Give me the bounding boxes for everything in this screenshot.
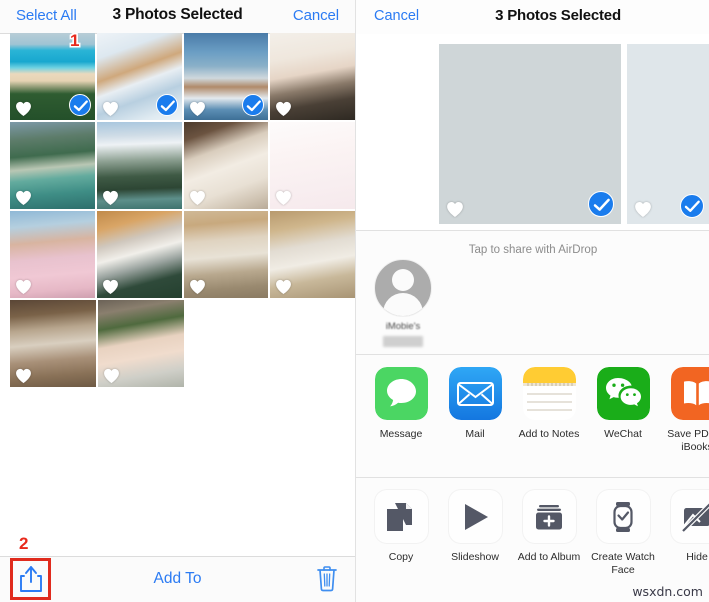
right-navbar: Cancel 3 Photos Selected	[356, 0, 709, 35]
favorite-heart-icon	[16, 190, 31, 206]
photo-husky-sitting[interactable]	[10, 300, 96, 387]
share-app-label: Message	[379, 428, 423, 440]
watermark: wsxdn.com	[632, 584, 703, 599]
photo-cat-in-basket[interactable]	[270, 33, 355, 120]
selected-checkmark[interactable]	[680, 194, 704, 218]
photo-husky-standing[interactable]	[183, 211, 269, 298]
add-to-button[interactable]: Add To	[0, 570, 355, 588]
airdrop-hint-label: Tap to share with AirDrop	[468, 244, 598, 256]
photo-green-lake[interactable]	[10, 122, 95, 209]
favorite-heart-icon	[102, 279, 118, 295]
favorite-heart-icon	[276, 101, 292, 117]
favorite-heart-icon	[102, 190, 118, 206]
share-action-label: Add to Album	[517, 551, 581, 563]
ibooks-icon	[670, 367, 709, 420]
favorite-heart-icon	[276, 279, 292, 295]
photo-grid-row	[10, 33, 355, 120]
share-app-mail[interactable]: Mail	[438, 367, 512, 453]
favorite-heart-icon	[16, 368, 31, 384]
share-app-label: WeChat	[604, 428, 642, 440]
messages-icon	[374, 367, 428, 420]
airdrop-contact-name: iMobie's	[385, 321, 421, 332]
share-app-wechat[interactable]: WeChat	[586, 367, 660, 453]
cancel-button-left[interactable]: Cancel	[293, 7, 339, 24]
share-preview-strip	[356, 34, 709, 230]
selected-checkmark[interactable]	[242, 94, 265, 116]
airdrop-contact-device: iPhone 8	[367, 336, 439, 347]
add-to-album-icon	[522, 490, 576, 543]
favorite-heart-icon	[276, 190, 292, 206]
share-action-hide[interactable]: Hide	[660, 490, 709, 576]
photo-grid-row	[10, 300, 355, 387]
favorite-heart-icon	[16, 101, 31, 117]
play-icon	[448, 490, 502, 543]
selected-checkmark[interactable]	[155, 94, 178, 116]
share-sheet-title: 3 Photos Selected	[495, 7, 621, 24]
share-app-row: Message Mail Add to Notes WeChat Save PDF to…	[356, 355, 709, 477]
photo-husky-puppy-smile[interactable]	[96, 211, 182, 298]
watch-icon	[596, 490, 650, 543]
left-navbar: Select All 3 Photos Selected Cancel	[0, 0, 355, 34]
hide-icon	[670, 490, 709, 543]
annotation-marker-2: 2	[19, 534, 29, 553]
photo-grid	[10, 33, 355, 389]
preview-photo-secondary[interactable]	[627, 44, 709, 224]
mail-icon	[448, 367, 502, 420]
photo-beach-long-hair[interactable]	[10, 33, 95, 120]
annotation-marker-1: 1	[70, 31, 80, 50]
photo-snow-lake-town[interactable]	[183, 33, 269, 120]
airdrop-section: Tap to share with AirDrop iMobie's iPhon…	[356, 231, 709, 354]
share-action-copy[interactable]: Copy	[364, 490, 438, 576]
wechat-icon	[596, 367, 650, 420]
share-action-label: Create Watch Face	[591, 551, 655, 576]
photo-grid-row	[10, 211, 355, 298]
share-action-label: Hide	[686, 551, 708, 563]
photo-woman-flowers[interactable]	[10, 211, 95, 298]
favorite-heart-icon	[102, 101, 118, 117]
avatar	[374, 259, 432, 317]
share-app-add-to-notes[interactable]: Add to Notes	[512, 367, 586, 453]
selected-checkmark[interactable]	[588, 191, 614, 217]
favorite-heart-icon	[635, 202, 651, 217]
share-app-save-pdf-to-ibooks[interactable]: Save PDF to iBooks	[660, 367, 709, 453]
airdrop-contact[interactable]: iMobie's iPhone 8	[367, 259, 439, 347]
share-app-label: Add to Notes	[518, 428, 580, 440]
photo-anime-girl[interactable]	[270, 122, 355, 209]
share-app-label: Save PDF to iBooks	[667, 428, 709, 453]
left-toolbar: Add To	[0, 556, 355, 602]
photo-husky-tongue[interactable]	[270, 211, 355, 298]
photo-white-dog[interactable]	[183, 122, 269, 209]
share-sheet-panel: Cancel 3 Photos Selected Tap to share wi…	[355, 0, 709, 602]
favorite-heart-icon	[189, 279, 205, 295]
favorite-heart-icon	[189, 190, 205, 206]
photo-grid-row	[10, 122, 355, 209]
share-action-row: Copy Slideshow Add to Album Create Watch Fa…	[356, 478, 709, 602]
cancel-button-right[interactable]: Cancel	[374, 8, 419, 24]
favorite-heart-icon	[16, 279, 31, 295]
preview-photo-main[interactable]	[439, 44, 621, 224]
share-app-label: Mail	[465, 428, 485, 440]
selected-checkmark[interactable]	[68, 94, 91, 116]
photos-selection-panel: Select All 3 Photos Selected Cancel Add …	[0, 0, 355, 602]
share-action-add-to-album[interactable]: Add to Album	[512, 490, 586, 576]
photo-mountain-lake[interactable]	[96, 122, 182, 209]
photo-snow-village-1[interactable]	[96, 33, 182, 120]
share-app-message[interactable]: Message	[364, 367, 438, 453]
notes-icon	[522, 367, 576, 420]
trash-button[interactable]	[315, 565, 339, 592]
favorite-heart-icon	[104, 368, 119, 384]
share-action-create-watch-face[interactable]: Create Watch Face	[586, 490, 660, 576]
share-action-slideshow[interactable]: Slideshow	[438, 490, 512, 576]
favorite-heart-icon	[189, 101, 205, 117]
copy-icon	[374, 490, 428, 543]
photo-girl-portrait[interactable]	[98, 300, 184, 387]
share-action-label: Slideshow	[451, 551, 499, 563]
favorite-heart-icon	[447, 202, 463, 217]
screenshot-root: Select All 3 Photos Selected Cancel Add …	[0, 0, 709, 602]
share-action-label: Copy	[388, 551, 414, 563]
